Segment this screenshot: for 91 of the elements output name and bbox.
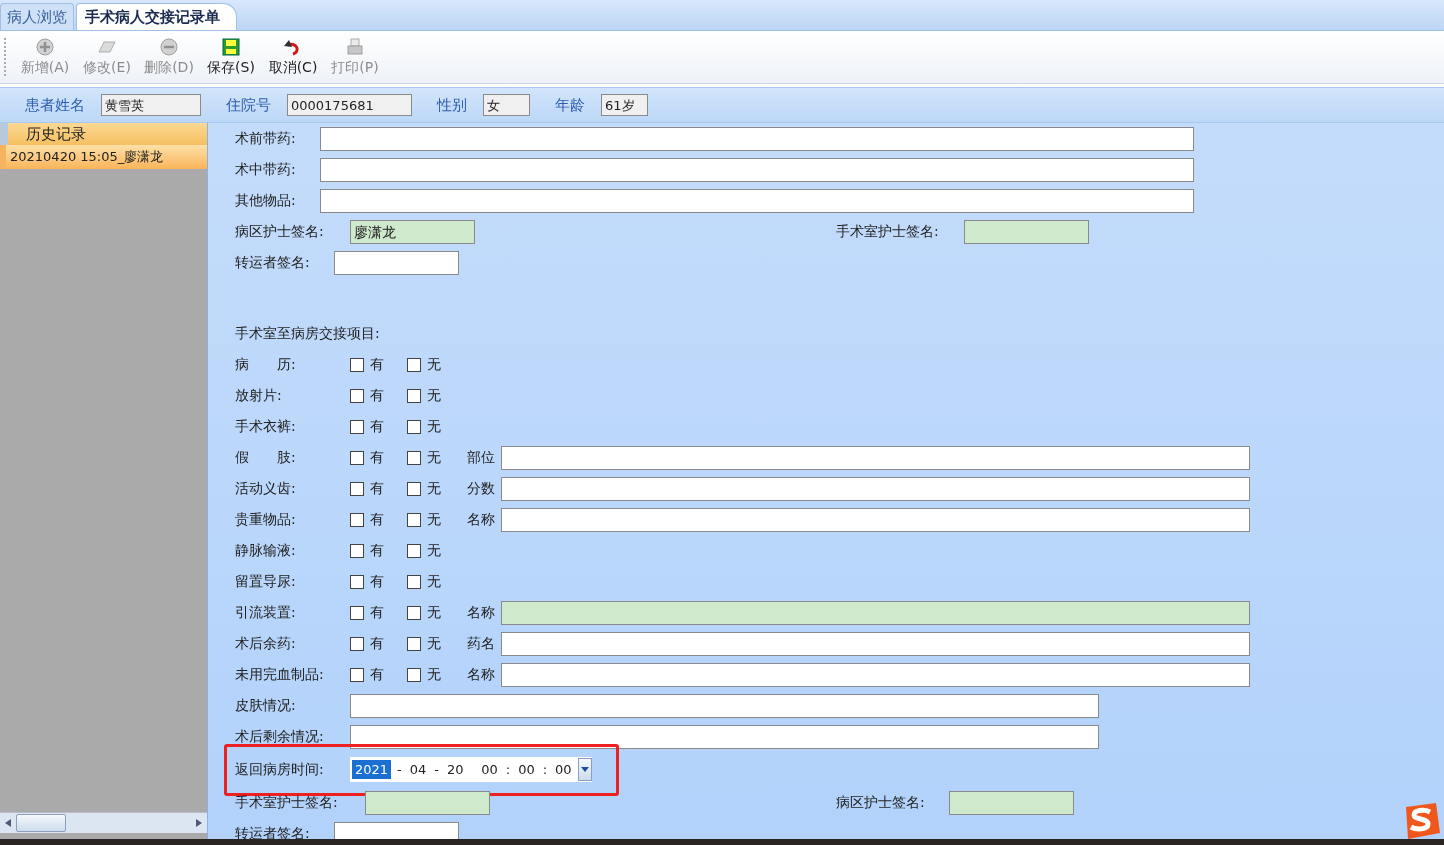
tab[interactable]: 手术病人交接记录单 xyxy=(76,3,237,30)
field-label: 部位 xyxy=(467,448,496,467)
toolbar-button[interactable]: 取消(C) xyxy=(263,35,323,79)
checkbox[interactable]: 有 xyxy=(350,572,407,591)
input-field[interactable] xyxy=(334,250,459,275)
minus-icon xyxy=(159,37,179,57)
checkbox[interactable]: 无 xyxy=(407,386,464,405)
field-label: 贵重物品: xyxy=(235,510,297,529)
checkbox[interactable]: 有 xyxy=(350,665,407,684)
checkbox[interactable]: 有 xyxy=(350,448,407,467)
field-label: 术后余药: xyxy=(235,634,297,653)
field-label: 住院号 xyxy=(226,95,271,115)
checkbox[interactable]: 无 xyxy=(407,572,464,591)
field-label: 手术衣裤: xyxy=(235,417,297,436)
input-field[interactable] xyxy=(501,445,1250,470)
field-label: 术后剩余情况: xyxy=(235,727,325,746)
checkbox[interactable]: 无 xyxy=(407,634,464,653)
tab[interactable]: 病人浏览 xyxy=(0,3,74,30)
field-label: 其他物品: xyxy=(235,191,297,210)
field-label: 假 肢: xyxy=(235,448,297,467)
input-field[interactable] xyxy=(350,724,1099,749)
field-label: 名称 xyxy=(467,510,496,529)
field-label: 手术室护士签名: xyxy=(836,222,940,241)
checkbox[interactable]: 无 xyxy=(407,541,464,560)
checkbox[interactable]: 有 xyxy=(350,634,407,653)
left-arrow-icon[interactable] xyxy=(5,819,11,827)
checkbox[interactable]: 无 xyxy=(407,603,464,622)
input-field[interactable] xyxy=(964,219,1089,244)
input-field[interactable]: 0000175681 xyxy=(287,94,412,116)
input-field[interactable] xyxy=(501,476,1250,501)
field-label: 皮肤情况: xyxy=(235,696,297,715)
field-label: 病区护士签名: xyxy=(836,793,926,812)
checkbox[interactable]: 无 xyxy=(407,510,464,529)
input-field[interactable] xyxy=(501,631,1250,656)
input-field[interactable] xyxy=(365,790,490,815)
field-label: 放射片: xyxy=(235,386,283,405)
right-arrow-icon[interactable] xyxy=(196,819,202,827)
field-label: 药名 xyxy=(467,634,496,653)
field-label: 性别 xyxy=(437,95,467,115)
list-header: 历史记录 xyxy=(0,123,207,145)
input-field[interactable] xyxy=(501,662,1250,687)
date-time-picker[interactable]: 2021 - 04 - 20 00 : 00 : 00 xyxy=(350,757,592,782)
checkbox[interactable]: 无 xyxy=(407,355,464,374)
checkbox[interactable]: 无 xyxy=(407,479,464,498)
section-heading: 手术室至病房交接项目: xyxy=(235,324,380,343)
field-label: 患者姓名 xyxy=(25,95,85,115)
input-field[interactable]: 黄雪英 xyxy=(101,94,201,116)
checkbox[interactable]: 无 xyxy=(407,417,464,436)
history-item[interactable]: 20210420 15:05_廖潇龙 xyxy=(0,145,207,169)
field-label: 名称 xyxy=(467,665,496,684)
checkbox[interactable]: 有 xyxy=(350,386,407,405)
dropdown-icon xyxy=(580,767,589,772)
checkbox[interactable]: 有 xyxy=(350,541,407,560)
field-label: 返回病房时间: xyxy=(235,760,325,779)
input-field[interactable] xyxy=(501,507,1250,532)
field-label: 转运者签名: xyxy=(235,824,311,839)
field-label: 名称 xyxy=(467,603,496,622)
field-label: 术中带药: xyxy=(235,160,297,179)
field-label: 病 历: xyxy=(235,355,297,374)
field-label: 未用完血制品: xyxy=(235,665,325,684)
input-field[interactable]: 61岁 xyxy=(601,94,648,116)
checkbox[interactable]: 无 xyxy=(407,448,464,467)
input-field[interactable] xyxy=(334,821,459,839)
checkbox[interactable]: 有 xyxy=(350,510,407,529)
input-field[interactable]: 女 xyxy=(483,94,530,116)
checkbox[interactable]: 有 xyxy=(350,479,407,498)
input-field[interactable] xyxy=(320,157,1194,182)
printer-icon xyxy=(345,37,365,57)
field-label: 静脉输液: xyxy=(235,541,297,560)
field-label: 术前带药: xyxy=(235,129,297,148)
input-field[interactable] xyxy=(949,790,1074,815)
plus-icon xyxy=(35,37,55,57)
field-label: 活动义齿: xyxy=(235,479,297,498)
field-label: 年龄 xyxy=(555,95,585,115)
field-label: 引流装置: xyxy=(235,603,297,622)
input-field[interactable]: 廖潇龙 xyxy=(350,219,475,244)
input-field[interactable] xyxy=(501,600,1250,625)
field-label: 留置导尿: xyxy=(235,572,297,591)
checkbox[interactable]: 有 xyxy=(350,355,407,374)
checkbox[interactable]: 有 xyxy=(350,603,407,622)
checkbox[interactable]: 无 xyxy=(407,665,464,684)
field-label: 分数 xyxy=(467,479,496,498)
field-label: 手术室护士签名: xyxy=(235,793,339,812)
toolbar-button[interactable]: 保存(S) xyxy=(201,35,261,79)
scrollbar[interactable] xyxy=(0,812,207,833)
field-label: 病区护士签名: xyxy=(235,222,325,241)
checkbox[interactable]: 有 xyxy=(350,417,407,436)
input-field[interactable] xyxy=(320,188,1194,213)
input-field[interactable] xyxy=(350,693,1099,718)
input-field[interactable] xyxy=(320,126,1194,151)
field-label: 转运者签名: xyxy=(235,253,311,272)
